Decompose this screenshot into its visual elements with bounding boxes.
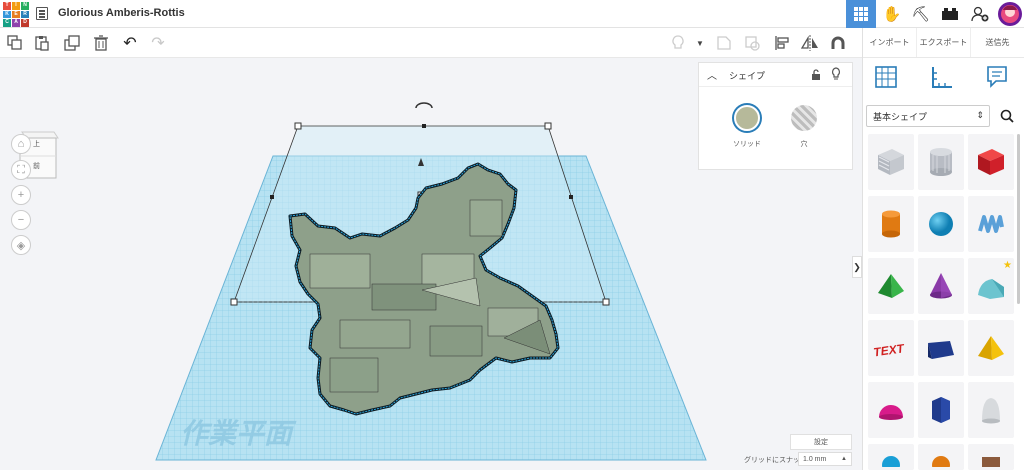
settings-button[interactable]: 設定	[790, 434, 852, 450]
copy-icon[interactable]	[3, 31, 27, 55]
shape-polygon[interactable]	[918, 382, 964, 438]
top-bar: TIN KER CAD Glorious Amberis-Rottis ✋ ⛏	[0, 0, 1024, 28]
redo-icon[interactable]: ↷	[146, 31, 170, 55]
send-to-button[interactable]: 送信先	[971, 28, 1024, 57]
magnet-icon[interactable]	[826, 31, 850, 55]
shape-box-striped[interactable]	[868, 134, 914, 190]
shape-pyramid[interactable]	[868, 258, 914, 314]
solid-color-swatch[interactable]	[734, 105, 760, 131]
perspective-icon[interactable]: ◈	[11, 235, 31, 255]
export-button[interactable]: エクスポート	[917, 28, 971, 57]
shape-category-value: 基本シェイプ	[873, 111, 928, 122]
hole-label: 穴	[800, 141, 808, 148]
paste-icon[interactable]	[30, 31, 54, 55]
select-caret-icon: ⇕	[976, 110, 984, 120]
pickaxe-icon[interactable]: ⛏	[906, 0, 936, 28]
inspector-header[interactable]: ︿ シェイプ	[699, 63, 852, 87]
design-menu-icon[interactable]	[36, 7, 48, 20]
import-button[interactable]: インポート	[863, 28, 917, 57]
panel-collapse-button[interactable]: ❯	[852, 256, 862, 278]
avatar[interactable]	[995, 0, 1024, 28]
ruler-icon[interactable]	[929, 64, 955, 90]
panel-tool-icons	[863, 58, 1024, 98]
design-title[interactable]: Glorious Amberis-Rottis	[58, 7, 185, 19]
undo-icon[interactable]: ↶	[118, 31, 142, 55]
grid-view-icon[interactable]	[846, 0, 876, 28]
view-cube-front-label[interactable]: 前	[33, 161, 40, 171]
shape-partial-row-3[interactable]	[968, 444, 1014, 470]
shape-paraboloid[interactable]	[968, 382, 1014, 438]
shape-cylinder-striped[interactable]	[918, 134, 964, 190]
shape-half-sphere[interactable]	[868, 382, 914, 438]
favorite-star-icon: ★	[1003, 260, 1012, 271]
shape-pyramid-yellow[interactable]	[968, 320, 1014, 376]
workplane-icon[interactable]	[873, 64, 899, 90]
lock-icon[interactable]	[811, 68, 821, 86]
dropdown-icon[interactable]: ▼	[688, 31, 712, 55]
shape-roof[interactable]: ★	[968, 258, 1014, 314]
duplicate-icon[interactable]	[60, 31, 84, 55]
search-icon[interactable]	[994, 105, 1020, 127]
snap-grid-select[interactable]: 1.0 mm ▲	[798, 452, 852, 466]
hand-icon[interactable]: ✋	[877, 0, 907, 28]
snap-grid-value: 1.0 mm	[803, 456, 827, 463]
light-icon[interactable]	[666, 31, 690, 55]
hole-swatch[interactable]	[791, 105, 817, 131]
notes-icon[interactable]	[984, 64, 1010, 90]
solid-label: ソリッド	[733, 141, 761, 148]
align-icon[interactable]	[770, 31, 794, 55]
shape-category-select[interactable]: 基本シェイプ ⇕	[866, 105, 990, 127]
fit-view-icon[interactable]: ⛶	[11, 160, 31, 180]
group-icon[interactable]	[712, 31, 736, 55]
panel-tabs: インポート エクスポート 送信先	[863, 28, 1024, 58]
shape-cone[interactable]	[918, 258, 964, 314]
bricks-icon[interactable]	[935, 0, 965, 28]
shape-box[interactable]	[968, 134, 1014, 190]
shape-partial-row[interactable]	[868, 444, 914, 470]
delete-icon[interactable]	[89, 31, 113, 55]
snap-caret-icon: ▲	[841, 456, 847, 462]
light-bulb-icon[interactable]	[831, 67, 841, 86]
zoom-in-icon[interactable]: +	[11, 185, 31, 205]
shape-wedge[interactable]	[918, 320, 964, 376]
shape-sphere[interactable]	[918, 196, 964, 252]
shape-cylinder[interactable]	[868, 196, 914, 252]
inspector-title: シェイプ	[729, 71, 766, 81]
workplane-label: 作業平面	[180, 418, 297, 449]
tinkercad-logo[interactable]: TIN KER CAD	[3, 2, 29, 27]
view-cube-top-label[interactable]: 上	[33, 139, 40, 149]
right-panel: インポート エクスポート 送信先 基本シェイプ ⇕ ★ TEXT	[862, 28, 1024, 470]
mirror-icon[interactable]	[798, 31, 822, 55]
svg-text:TEXT: TEXT	[872, 341, 906, 359]
shape-scribble[interactable]	[968, 196, 1014, 252]
ungroup-icon[interactable]	[740, 31, 764, 55]
zoom-out-icon[interactable]: −	[11, 210, 31, 230]
shape-partial-row-2[interactable]	[918, 444, 964, 470]
shape-text[interactable]: TEXT	[868, 320, 914, 376]
collapse-chevron-icon[interactable]: ︿	[707, 67, 717, 82]
shape-inspector: ︿ シェイプ ソリッド 穴	[698, 62, 853, 170]
add-user-icon[interactable]	[965, 0, 995, 28]
home-view-icon[interactable]: ⌂	[11, 134, 31, 154]
shape-library-scrollbar[interactable]	[1016, 134, 1021, 470]
edit-toolbar: ↶ ↷ ▼	[0, 28, 862, 58]
